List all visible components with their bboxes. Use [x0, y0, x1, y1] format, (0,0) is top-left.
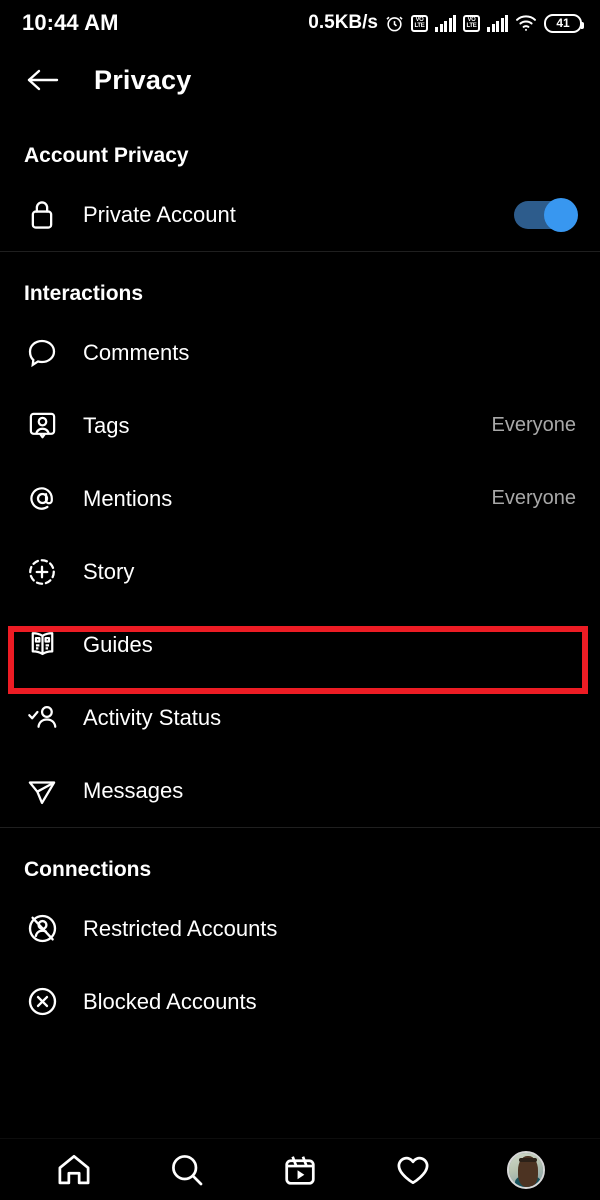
- home-icon[interactable]: [47, 1143, 101, 1197]
- avatar-headband: [518, 1157, 537, 1162]
- row-label: Guides: [83, 631, 153, 657]
- heart-icon[interactable]: [386, 1143, 440, 1197]
- section-title-interactions: Interactions: [24, 282, 144, 305]
- volte-sim2-icon: VO LTE: [463, 14, 480, 32]
- guides-book-icon: [24, 627, 60, 663]
- messages-paper-plane-icon: [24, 773, 60, 809]
- row-label: Blocked Accounts: [83, 988, 257, 1014]
- row-messages[interactable]: Messages: [0, 754, 600, 827]
- alarm-clock-icon: [385, 14, 404, 33]
- row-private-account[interactable]: Private Account: [0, 178, 600, 251]
- section-account-privacy: Account Privacy Private Account: [0, 114, 600, 251]
- volte-sim1-icon: VO LTE: [411, 14, 428, 32]
- row-value: Everyone: [491, 414, 577, 436]
- row-label: Story: [83, 558, 135, 584]
- toggle-knob: [544, 197, 578, 232]
- signal-bars-sim1-icon: [435, 14, 456, 32]
- avatar: [506, 1150, 545, 1189]
- row-mentions[interactable]: Mentions Everyone: [0, 462, 600, 535]
- section-title-connections: Connections: [24, 858, 152, 881]
- story-plus-icon: [24, 554, 60, 590]
- row-label: Comments: [83, 339, 190, 365]
- row-guides[interactable]: Guides: [0, 608, 600, 681]
- row-label: Messages: [83, 777, 184, 803]
- row-label: Private Account: [83, 201, 236, 227]
- battery-icon: 41: [544, 13, 584, 33]
- restricted-accounts-icon: [24, 911, 60, 947]
- status-time: 10:44 AM: [22, 10, 119, 35]
- row-label: Restricted Accounts: [83, 915, 278, 941]
- battery-level-label: 41: [556, 16, 570, 30]
- app-header: Privacy: [0, 46, 600, 114]
- private-account-toggle[interactable]: [514, 197, 578, 232]
- search-icon[interactable]: [160, 1143, 214, 1197]
- wifi-icon: [515, 14, 537, 32]
- section-connections: Connections Restricted Accounts Blocked …: [0, 828, 600, 1038]
- comment-bubble-icon: [24, 335, 60, 371]
- row-value: Everyone: [491, 487, 577, 509]
- instagram-privacy-screen: 10:44 AM 0.5KB/s VO LTE VO LTE 41 Privac…: [0, 0, 600, 1200]
- profile-avatar[interactable]: [499, 1143, 553, 1197]
- row-tags[interactable]: Tags Everyone: [0, 389, 600, 462]
- back-arrow-icon[interactable]: [24, 61, 62, 99]
- blocked-accounts-icon: [24, 984, 60, 1020]
- status-icons: 0.5KB/s VO LTE VO LTE 41: [308, 12, 584, 34]
- row-story[interactable]: Story: [0, 535, 600, 608]
- status-bar: 10:44 AM 0.5KB/s VO LTE VO LTE 41: [0, 0, 600, 46]
- row-comments[interactable]: Comments: [0, 316, 600, 389]
- page-title: Privacy: [94, 64, 192, 95]
- row-label: Tags: [83, 412, 130, 438]
- section-title-account-privacy: Account Privacy: [24, 144, 189, 167]
- row-activity-status[interactable]: Activity Status: [0, 681, 600, 754]
- reels-icon[interactable]: [273, 1143, 327, 1197]
- row-label: Activity Status: [83, 704, 222, 730]
- at-mention-icon: [24, 481, 60, 517]
- activity-status-icon: [24, 700, 60, 736]
- section-interactions: Interactions Comments Tags Everyone Ment…: [0, 252, 600, 827]
- row-restricted-accounts[interactable]: Restricted Accounts: [0, 892, 600, 965]
- network-speed-label: 0.5KB/s: [308, 12, 378, 33]
- tags-person-icon: [24, 408, 60, 444]
- signal-bars-sim2-icon: [487, 14, 508, 32]
- bottom-navigation-bar: [0, 1138, 600, 1200]
- row-blocked-accounts[interactable]: Blocked Accounts: [0, 965, 600, 1038]
- lock-icon: [24, 197, 60, 233]
- row-label: Mentions: [83, 485, 173, 511]
